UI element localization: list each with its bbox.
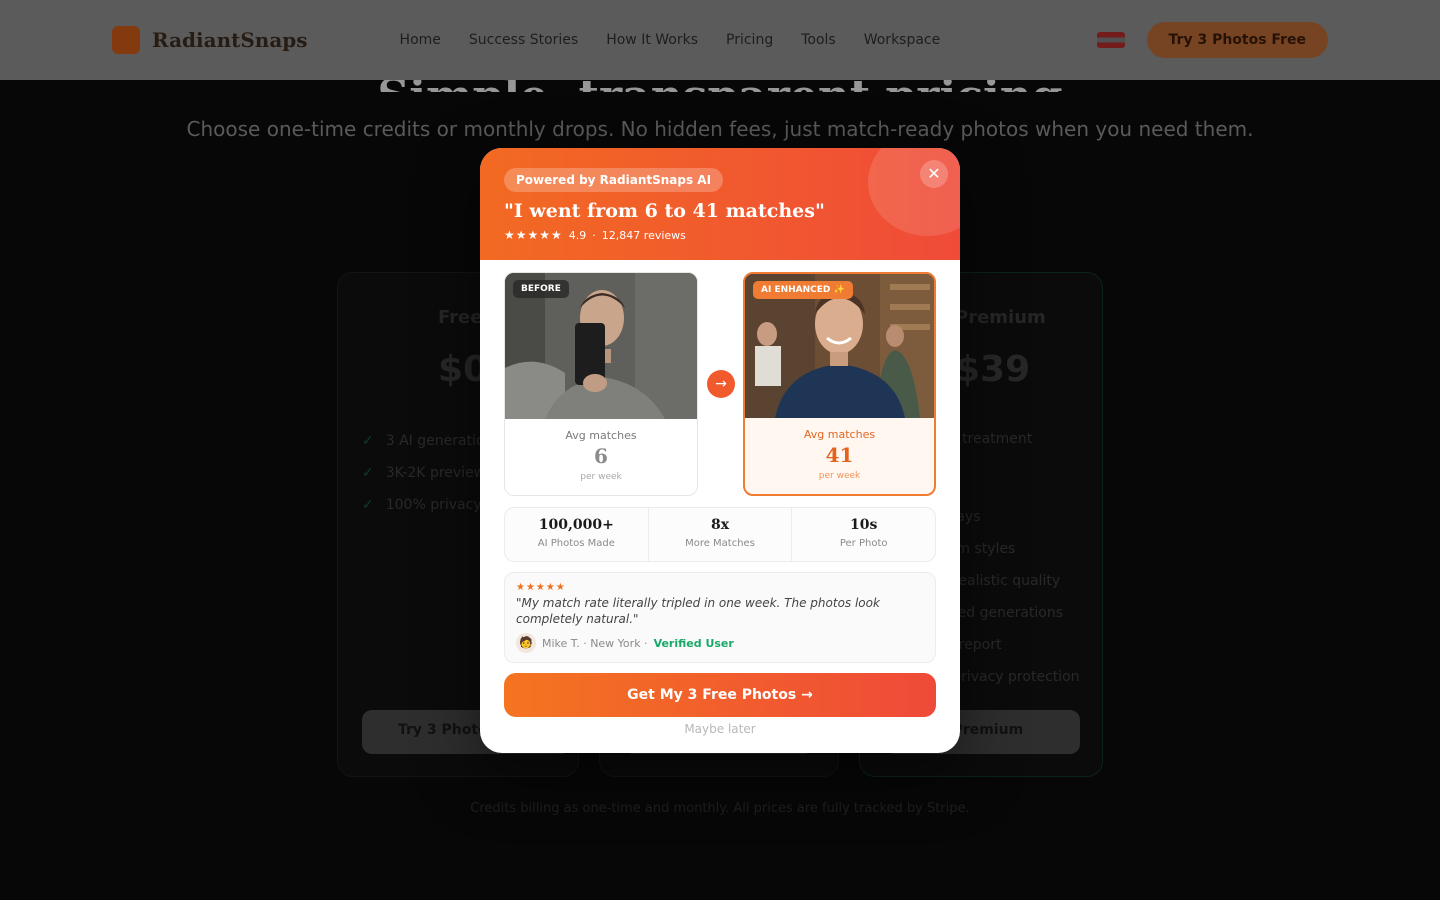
after-photo: AI ENHANCED ✨ [745,274,934,418]
stat-item: 8x More Matches [649,508,793,561]
stat-item: 100,000+ AI Photos Made [505,508,649,561]
review-author-row: 🧑 Mike T. · New York · Verified User [516,633,924,653]
stat-label: Per Photo [839,538,888,549]
before-label: Avg matches [565,429,637,442]
before-card: BEFORE Avg matches 6 per week [504,272,698,496]
after-label: Avg matches [803,428,876,441]
rating-score: 4.9 [568,228,587,242]
modal-header: Powered by RadiantSnaps AI "I went from … [480,148,960,260]
stat-value: 100,000+ [538,517,614,533]
stat-value: 10s [849,517,878,533]
after-value: 41 [825,443,854,467]
maybe-later-link[interactable]: Maybe later [480,722,960,736]
header-decoration [868,148,960,236]
get-free-photos-button[interactable]: Get My 3 Free Photos → [504,673,936,717]
review-stars-icon: ★★★★★ [516,582,566,593]
powered-by-badge: Powered by RadiantSnaps AI [504,168,724,192]
before-after-comparison: BEFORE Avg matches 6 per week → AI ENHAN… [504,272,936,496]
close-icon: ✕ [927,164,941,183]
rating-row: ★★★★★ 4.9 · 12,847 reviews [504,228,936,242]
review-quote: "My match rate literally tripled in one … [516,596,880,626]
avatar: 🧑 [516,633,536,653]
rating-separator: · [592,228,596,242]
stats-bar: 100,000+ AI Photos Made 8x More Matches … [504,507,936,562]
promo-modal: Powered by RadiantSnaps AI "I went from … [480,148,960,753]
modal-title: "I went from 6 to 41 matches" [504,200,825,222]
after-unit: per week [818,471,861,481]
before-tag: BEFORE [513,280,569,298]
arrow-right-icon: → [707,370,735,398]
stat-label: More Matches [685,538,755,549]
rating-stars-icon: ★★★★★ [504,228,563,242]
ai-enhanced-tag: AI ENHANCED ✨ [753,281,853,299]
before-unit: per week [580,472,622,482]
stat-item: 10s Per Photo [792,508,935,561]
close-button[interactable]: ✕ [920,160,948,188]
after-card: AI ENHANCED ✨ Avg matches 41 per week [743,272,936,496]
testimonial-card: ★★★★★ "My match rate literally tripled i… [504,572,936,663]
verified-badge: Verified User [653,636,734,650]
stat-value: 8x [710,517,730,533]
review-author: Mike T. · New York · [542,636,648,650]
before-value: 6 [594,444,608,468]
before-photo: BEFORE [505,273,697,419]
rating-reviews: 12,847 reviews [601,228,686,242]
stat-label: AI Photos Made [537,538,615,549]
